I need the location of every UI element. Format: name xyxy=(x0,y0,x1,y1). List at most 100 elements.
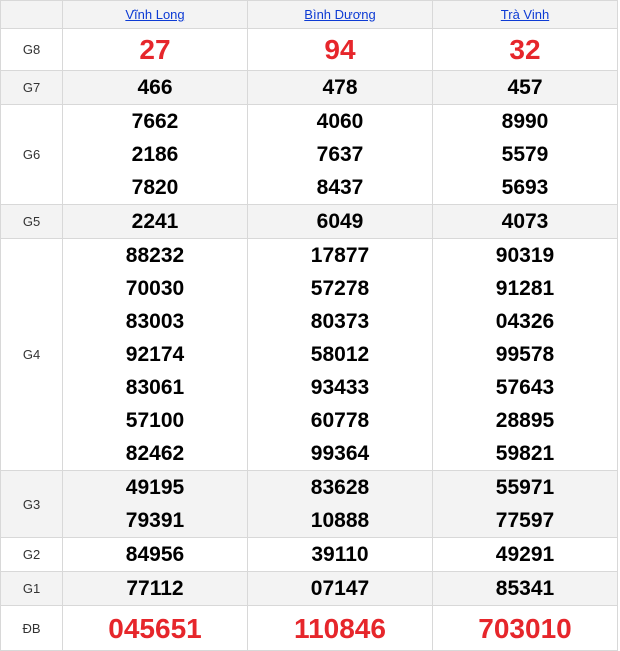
result-number: 99364 xyxy=(310,442,370,465)
result-number: 85341 xyxy=(495,577,555,600)
result-number: 17877 xyxy=(310,244,370,267)
result-cell: 457 xyxy=(432,70,618,105)
prize-label: G4 xyxy=(0,238,63,471)
result-cell: 7662 2186 7820 xyxy=(62,104,248,205)
result-number: 5579 xyxy=(501,143,549,166)
prize-label: G2 xyxy=(0,537,63,572)
prize-label: G5 xyxy=(0,204,63,239)
result-number: 457 xyxy=(507,76,543,99)
prize-row-g3: G3 49195 79391 83628 10888 55971 77597 xyxy=(0,470,618,538)
result-number: 28895 xyxy=(495,409,555,432)
result-number: 4060 xyxy=(316,110,364,133)
result-cell: 045651 xyxy=(62,605,248,651)
result-number: 80373 xyxy=(310,310,370,333)
result-number: 84956 xyxy=(125,543,185,566)
prize-label: G3 xyxy=(0,470,63,538)
province-link-vinh-long[interactable]: Vĩnh Long xyxy=(125,7,184,22)
prize-row-special: ĐB 045651 110846 703010 xyxy=(0,605,618,651)
result-cell: 85341 xyxy=(432,571,618,606)
province-header-binh-duong: Bình Dương xyxy=(247,0,433,29)
header-corner xyxy=(0,0,63,29)
result-number: 88232 xyxy=(125,244,185,267)
result-cell: 83628 10888 xyxy=(247,470,433,538)
result-cell: 90319 91281 04326 99578 57643 28895 5982… xyxy=(432,238,618,471)
result-number: 99578 xyxy=(495,343,555,366)
result-number: 70030 xyxy=(125,277,185,300)
result-number: 49291 xyxy=(495,543,555,566)
result-cell: 466 xyxy=(62,70,248,105)
result-cell: 703010 xyxy=(432,605,618,651)
prize-row-g2: G2 84956 39110 49291 xyxy=(0,537,618,572)
result-number: 91281 xyxy=(495,277,555,300)
prize-row-g7: G7 466 478 457 xyxy=(0,70,618,105)
result-cell: 4060 7637 8437 xyxy=(247,104,433,205)
result-number: 79391 xyxy=(125,509,185,532)
result-number: 39110 xyxy=(311,543,369,566)
result-number: 94 xyxy=(324,34,356,65)
province-link-binh-duong[interactable]: Bình Dương xyxy=(304,7,375,22)
prize-label: G8 xyxy=(0,28,63,71)
result-number: 57278 xyxy=(310,277,370,300)
result-number: 83003 xyxy=(125,310,185,333)
result-cell: 55971 77597 xyxy=(432,470,618,538)
header-row: Vĩnh Long Bình Dương Trà Vinh xyxy=(0,0,618,29)
result-number: 32 xyxy=(509,34,541,65)
result-number: 93433 xyxy=(310,376,370,399)
prize-row-g8: G8 27 94 32 xyxy=(0,28,618,71)
province-link-tra-vinh[interactable]: Trà Vinh xyxy=(501,7,549,22)
result-cell: 6049 xyxy=(247,204,433,239)
result-number: 60778 xyxy=(310,409,370,432)
result-cell: 39110 xyxy=(247,537,433,572)
result-number: 77112 xyxy=(126,577,184,600)
prize-row-g1: G1 77112 07147 85341 xyxy=(0,571,618,606)
result-number: 10888 xyxy=(310,509,370,532)
prize-label: G7 xyxy=(0,70,63,105)
result-cell: 88232 70030 83003 92174 83061 57100 8246… xyxy=(62,238,248,471)
result-number: 04326 xyxy=(495,310,555,333)
result-cell: 49195 79391 xyxy=(62,470,248,538)
prize-row-g4: G4 88232 70030 83003 92174 83061 57100 8… xyxy=(0,238,618,471)
result-number: 478 xyxy=(322,76,358,99)
result-number: 8437 xyxy=(316,176,364,199)
result-number: 7637 xyxy=(316,143,364,166)
result-number: 90319 xyxy=(495,244,555,267)
prize-label: G1 xyxy=(0,571,63,606)
result-cell: 07147 xyxy=(247,571,433,606)
result-number: 77597 xyxy=(495,509,555,532)
result-number: 07147 xyxy=(310,577,370,600)
province-header-tra-vinh: Trà Vinh xyxy=(432,0,618,29)
result-cell: 17877 57278 80373 58012 93433 60778 9936… xyxy=(247,238,433,471)
result-number: 27 xyxy=(139,34,171,65)
lottery-results-table: Vĩnh Long Bình Dương Trà Vinh G8 27 94 3… xyxy=(0,0,618,651)
result-number: 55971 xyxy=(495,476,555,499)
result-number: 49195 xyxy=(125,476,185,499)
result-number: 83628 xyxy=(310,476,370,499)
result-cell: 2241 xyxy=(62,204,248,239)
result-number: 703010 xyxy=(478,612,572,644)
result-cell: 49291 xyxy=(432,537,618,572)
result-number: 58012 xyxy=(310,343,370,366)
prize-label: ĐB xyxy=(0,605,63,651)
result-number: 466 xyxy=(137,76,173,99)
result-number: 92174 xyxy=(125,343,185,366)
result-number: 59821 xyxy=(495,442,555,465)
prize-label: G6 xyxy=(0,104,63,205)
result-number: 57643 xyxy=(495,376,555,399)
result-number: 8990 xyxy=(501,110,549,133)
result-cell: 84956 xyxy=(62,537,248,572)
result-number: 7662 xyxy=(131,110,179,133)
result-number: 5693 xyxy=(501,176,549,199)
result-cell: 110846 xyxy=(247,605,433,651)
province-header-vinh-long: Vĩnh Long xyxy=(62,0,248,29)
result-number: 2186 xyxy=(131,143,179,166)
result-cell: 77112 xyxy=(62,571,248,606)
result-number: 82462 xyxy=(125,442,185,465)
prize-row-g5: G5 2241 6049 4073 xyxy=(0,204,618,239)
result-number: 110846 xyxy=(294,612,386,644)
prize-row-g6: G6 7662 2186 7820 4060 7637 8437 8990 55… xyxy=(0,104,618,205)
result-number: 6049 xyxy=(316,210,364,233)
result-number: 7820 xyxy=(131,176,179,199)
result-number: 83061 xyxy=(125,376,185,399)
result-cell: 94 xyxy=(247,28,433,71)
result-number: 57100 xyxy=(125,409,185,432)
